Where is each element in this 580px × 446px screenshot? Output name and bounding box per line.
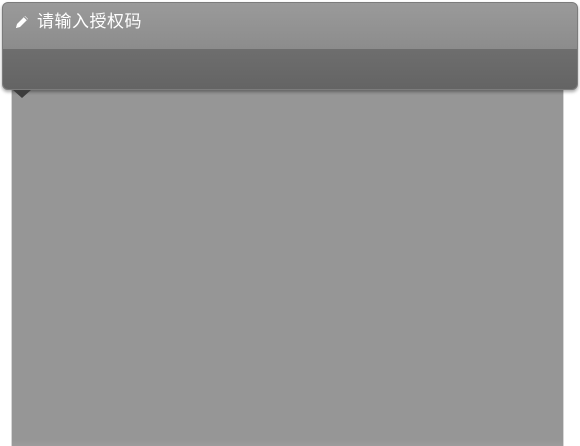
dialog-toolbar-band: [3, 49, 577, 89]
header-pointer-notch: [13, 90, 31, 98]
dialog-body-panel: [11, 88, 564, 446]
dialog-title: 请输入授权码: [37, 12, 142, 32]
dialog-title-bar: 请输入授权码: [3, 3, 577, 50]
dialog-header: 请输入授权码: [2, 2, 578, 90]
authorization-dialog: 请输入授权码: [0, 0, 580, 446]
pencil-icon: [14, 14, 30, 30]
